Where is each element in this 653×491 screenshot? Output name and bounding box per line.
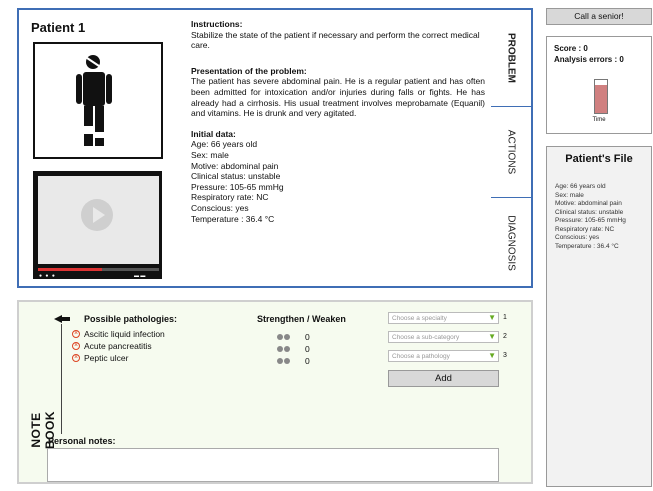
video-controls-icon[interactable]: ● ● ● xyxy=(39,273,56,279)
pointing-hand-icon xyxy=(53,313,71,325)
file-data-item: Motive: abdominal pain xyxy=(555,200,622,207)
instructions-text: Stabilize the state of the patient if ne… xyxy=(191,29,480,51)
initial-data-item: Conscious: yes xyxy=(191,202,249,213)
fullscreen-icon[interactable]: ▬ ▬ xyxy=(134,273,145,279)
dropdown-arrow-icon[interactable]: ▼ xyxy=(488,351,496,360)
call-senior-button[interactable]: Call a senior! xyxy=(546,8,652,25)
strengthen-weaken-row: 0 xyxy=(277,356,310,366)
vertical-tabs: PROBLEM ACTIONS DIAGNOSIS xyxy=(491,8,533,288)
remove-icon[interactable]: × xyxy=(72,342,80,350)
tab-diagnosis[interactable]: DIAGNOSIS xyxy=(491,198,531,288)
time-gauge xyxy=(594,79,608,114)
pathology-item[interactable]: × Ascitic liquid infection xyxy=(72,329,165,339)
weaken-icon[interactable] xyxy=(277,358,283,364)
remove-icon[interactable]: × xyxy=(72,354,80,362)
instructions-heading: Instructions: xyxy=(191,19,243,29)
initial-data-item: Respiratory rate: NC xyxy=(191,192,269,203)
file-data-item: Temperature : 36.4 °C xyxy=(555,242,619,250)
add-button[interactable]: Add xyxy=(388,370,499,387)
presentation-heading: Presentation of the problem: xyxy=(191,65,307,76)
strengthen-weaken-row: 0 xyxy=(277,344,310,354)
remove-icon[interactable]: × xyxy=(72,330,80,338)
dropdown-arrow-icon[interactable]: ▼ xyxy=(488,313,496,322)
select-step-number: 2 xyxy=(503,333,507,340)
time-gauge-fill xyxy=(595,84,607,113)
pathology-item[interactable]: × Peptic ulcer xyxy=(72,353,128,363)
pathologies-heading: Possible pathologies: xyxy=(84,314,178,324)
notebook-panel: NOTE BOOK Possible pathologies: × Ascitic… xyxy=(17,300,533,484)
patient-figure-icon xyxy=(76,55,112,146)
file-data-item: Conscious: yes xyxy=(555,234,600,241)
notes-label: Personal notes: xyxy=(48,436,116,446)
presentation-text: The patient has severe abdominal pain. H… xyxy=(191,76,485,119)
patient-file-data: Age: 66 years old Sex: male Motive: abdo… xyxy=(555,183,626,251)
strengthen-icon[interactable] xyxy=(284,346,290,352)
weaken-icon[interactable] xyxy=(277,334,283,340)
initial-data-item: Age: 66 years old xyxy=(191,139,258,150)
video-player[interactable]: ● ● ● ▬ ▬ xyxy=(33,171,162,279)
file-data-item: Sex: male xyxy=(555,191,584,199)
strengthen-icon[interactable] xyxy=(284,358,290,364)
file-data-item: Age: 66 years old xyxy=(555,183,606,190)
file-data-item: Clinical status: unstable xyxy=(555,208,624,216)
score-panel: Score : 0 Analysis errors : 0 Time xyxy=(546,36,652,134)
specialty-select[interactable]: Choose a specialty ▼ xyxy=(388,312,499,324)
initial-data-item: Clinical status: unstable xyxy=(191,171,281,182)
strengthen-weaken-row: 0 xyxy=(277,332,310,342)
sub-category-select[interactable]: Choose a sub-category ▼ xyxy=(388,331,499,343)
analysis-errors-text: Analysis errors : 0 xyxy=(554,55,624,64)
pathology-item[interactable]: × Acute pancreatitis xyxy=(72,341,152,351)
initial-data-item: Temperature : 36.4 °C xyxy=(191,213,275,224)
time-label: Time xyxy=(592,117,606,123)
tab-problem[interactable]: PROBLEM xyxy=(491,10,531,107)
patient-panel: Patient 1 ● ● ● ▬ ▬ Instructions: Stabil… xyxy=(17,8,493,288)
strengthen-icon[interactable] xyxy=(284,334,290,340)
initial-data-item: Motive: abdominal pain xyxy=(191,160,279,171)
patient-figure-box xyxy=(33,42,163,159)
patient-file-title: Patient's File xyxy=(565,153,633,165)
patient-file-panel: Patient's File Age: 66 years old Sex: ma… xyxy=(546,146,652,487)
initial-data-item: Pressure: 105-65 mmHg xyxy=(191,181,284,192)
select-step-number: 1 xyxy=(503,314,507,321)
pathology-select[interactable]: Choose a pathology ▼ xyxy=(388,350,499,362)
file-data-item: Pressure: 105-65 mmHg xyxy=(555,217,626,224)
play-triangle xyxy=(93,207,105,223)
patient-title: Patient 1 xyxy=(31,20,86,35)
video-progress xyxy=(38,268,102,271)
select-step-number: 3 xyxy=(503,352,507,359)
initial-data-item: Sex: male xyxy=(191,149,229,160)
dropdown-arrow-icon[interactable]: ▼ xyxy=(488,332,496,341)
file-data-item: Respiratory rate: NC xyxy=(555,225,615,233)
personal-notes-field[interactable] xyxy=(47,448,499,482)
strengthen-weaken-heading: Strengthen / Weaken xyxy=(257,314,346,324)
patient-text: Instructions: Stabilize the state of the… xyxy=(191,19,485,224)
notebook-divider xyxy=(61,324,62,434)
weaken-icon[interactable] xyxy=(277,346,283,352)
initial-data-heading: Initial data: xyxy=(191,128,236,139)
score-text: Score : 0 xyxy=(554,44,588,53)
tab-actions[interactable]: ACTIONS xyxy=(491,107,531,198)
